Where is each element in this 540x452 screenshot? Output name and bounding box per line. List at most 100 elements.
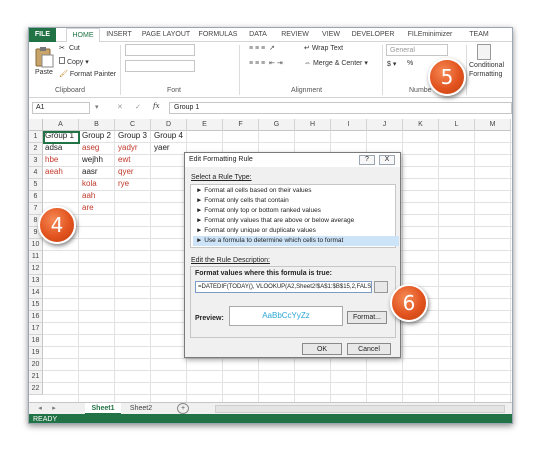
row-header-22[interactable]: 22 [29, 383, 43, 395]
cell-b6[interactable]: aah [80, 191, 95, 200]
cut-button[interactable]: ✂ Cut [59, 44, 80, 52]
row-header-17[interactable]: 17 [29, 323, 43, 335]
rule-use-formula[interactable]: ► Use a formula to determine which cells… [193, 236, 399, 246]
column-header-b[interactable]: B [79, 119, 115, 131]
tab-fileminimizer[interactable]: FILEminimizer [403, 28, 457, 42]
cell-b1[interactable]: Group 2 [80, 131, 111, 140]
cancel-button[interactable]: Cancel [347, 343, 391, 355]
cell-b7[interactable]: are [80, 203, 94, 212]
column-header-g[interactable]: G [259, 119, 295, 131]
column-header-k[interactable]: K [403, 119, 439, 131]
conditional-label[interactable]: Conditional [469, 62, 504, 69]
formatting-label[interactable]: Formatting [469, 71, 502, 78]
cancel-formula-icon[interactable]: ✕ [117, 103, 123, 111]
cell-c3[interactable]: ewt [116, 155, 130, 164]
row-header-10[interactable]: 10 [29, 239, 43, 251]
cell-a4[interactable]: aeah [43, 167, 63, 176]
tab-page-layout[interactable]: PAGE LAYOUT [141, 28, 191, 42]
format-button[interactable]: Format... [347, 311, 387, 324]
row-header-19[interactable]: 19 [29, 347, 43, 359]
cell-b5[interactable]: kola [80, 179, 97, 188]
column-header-h[interactable]: H [295, 119, 331, 131]
add-sheet-button[interactable]: + [177, 403, 189, 414]
tab-insert[interactable]: INSERT [103, 28, 135, 42]
close-button[interactable]: X [379, 155, 395, 165]
row-header-21[interactable]: 21 [29, 371, 43, 383]
row-header-6[interactable]: 6 [29, 191, 43, 203]
format-painter-button[interactable]: 🖌 Format Painter [59, 70, 116, 78]
ok-button[interactable]: OK [302, 343, 342, 355]
tab-view[interactable]: VIEW [319, 28, 343, 42]
cell-b3[interactable]: wejhh [80, 155, 103, 164]
font-style-buttons[interactable] [125, 60, 195, 72]
formula-input[interactable]: Group 1 [169, 102, 512, 114]
copy-button[interactable]: Copy ▾ [59, 57, 89, 66]
column-header-i[interactable]: I [331, 119, 367, 131]
cell-b2[interactable]: aseg [80, 143, 99, 152]
tab-file[interactable]: FILE [29, 28, 56, 42]
select-all-corner[interactable] [29, 119, 43, 131]
merge-center-button[interactable]: ⇔ Merge & Center ▾ [304, 59, 368, 67]
column-header-f[interactable]: F [223, 119, 259, 131]
rule-cells-contain[interactable]: ► Format only cells that contain [193, 196, 399, 206]
row-header-1[interactable]: 1 [29, 131, 43, 143]
align-buttons-top[interactable]: ≡ ≡ ≡ ↗ [249, 44, 275, 52]
column-header-d[interactable]: D [151, 119, 187, 131]
formula-input[interactable]: =DATEDIF(TODAY(), VLOOKUP(A2,Sheet2!$A$1… [195, 281, 372, 293]
name-box[interactable]: A1 [32, 102, 90, 114]
fx-icon[interactable]: fx [153, 102, 160, 110]
rule-unique-duplicate[interactable]: ► Format only unique or duplicate values [193, 226, 399, 236]
row-header-12[interactable]: 12 [29, 263, 43, 275]
tab-developer[interactable]: DEVELOPER [349, 28, 397, 42]
rule-all-cells[interactable]: ► Format all cells based on their values [193, 186, 399, 196]
column-header-a[interactable]: A [43, 119, 79, 131]
currency-button[interactable]: $ ▾ [387, 60, 396, 68]
row-header-14[interactable]: 14 [29, 287, 43, 299]
align-buttons-bottom[interactable]: ≡ ≡ ≡ ⇤ ⇥ [249, 59, 283, 67]
horizontal-scrollbar[interactable] [215, 405, 505, 413]
collapse-dialog-icon[interactable] [374, 281, 388, 293]
rule-type-list[interactable]: ► Format all cells based on their values… [190, 184, 399, 248]
row-header-15[interactable]: 15 [29, 299, 43, 311]
cell-d1[interactable]: Group 4 [152, 131, 183, 140]
cell-c5[interactable]: rye [116, 179, 129, 188]
row-header-5[interactable]: 5 [29, 179, 43, 191]
row-header-13[interactable]: 13 [29, 275, 43, 287]
cell-a3[interactable]: hbe [43, 155, 58, 164]
tab-formulas[interactable]: FORMULAS [197, 28, 239, 42]
cell-d2[interactable]: yaer [152, 143, 170, 152]
cell-c1[interactable]: Group 3 [116, 131, 147, 140]
tab-review[interactable]: REVIEW [279, 28, 311, 42]
column-header-m[interactable]: M [475, 119, 511, 131]
row-header-3[interactable]: 3 [29, 155, 43, 167]
column-header-j[interactable]: J [367, 119, 403, 131]
percent-button[interactable]: % [407, 60, 413, 67]
cell-c2[interactable]: yadyr [116, 143, 138, 152]
rule-above-below-average[interactable]: ► Format only values that are above or b… [193, 216, 399, 226]
row-header-20[interactable]: 20 [29, 359, 43, 371]
cell-a2[interactable]: adsa [43, 143, 62, 152]
rule-top-bottom[interactable]: ► Format only top or bottom ranked value… [193, 206, 399, 216]
column-header-e[interactable]: E [187, 119, 223, 131]
cell-b4[interactable]: aasr [80, 167, 98, 176]
tab-data[interactable]: DATA [247, 28, 269, 42]
name-box-dropdown[interactable]: ▾ [95, 103, 99, 111]
row-header-2[interactable]: 2 [29, 143, 43, 155]
column-header-c[interactable]: C [115, 119, 151, 131]
help-button[interactable]: ? [359, 155, 375, 165]
cell-c4[interactable]: qyer [116, 167, 134, 176]
paste-icon[interactable] [33, 46, 55, 68]
tab-team[interactable]: TEAM [465, 28, 493, 42]
confirm-formula-icon[interactable]: ✓ [135, 103, 141, 111]
paste-button[interactable]: Paste [35, 69, 53, 76]
row-header-18[interactable]: 18 [29, 335, 43, 347]
row-header-16[interactable]: 16 [29, 311, 43, 323]
font-name-dropdown[interactable] [125, 44, 195, 56]
wrap-text-button[interactable]: ↵ Wrap Text [304, 44, 343, 52]
tab-home[interactable]: HOME [66, 28, 100, 43]
number-format-dropdown[interactable]: General [386, 44, 448, 56]
row-header-4[interactable]: 4 [29, 167, 43, 179]
conditional-formatting-icon[interactable] [477, 44, 491, 60]
row-header-11[interactable]: 11 [29, 251, 43, 263]
column-header-l[interactable]: L [439, 119, 475, 131]
